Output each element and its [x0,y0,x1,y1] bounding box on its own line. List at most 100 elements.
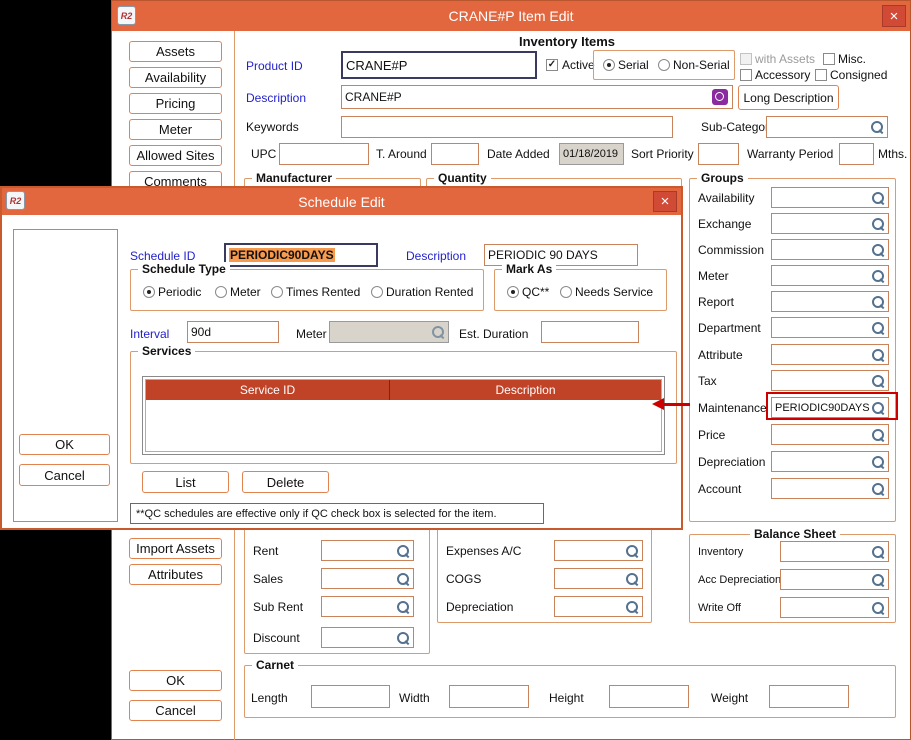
interval-field[interactable]: 90d [187,321,279,343]
sidebar-button-pricing[interactable]: Pricing [129,93,222,114]
search-icon[interactable] [625,544,639,558]
t-around-field[interactable] [431,143,479,165]
group-commission-field[interactable] [771,239,889,260]
non-serial-label[interactable]: Non-Serial [673,58,730,72]
periodic-radio[interactable] [143,286,155,298]
search-icon[interactable] [871,243,885,257]
search-icon[interactable] [871,295,885,309]
ok-button-dialog[interactable]: OK [19,434,110,455]
sidebar-button-import-assets[interactable]: Import Assets [129,538,222,559]
sidebar-button-attributes[interactable]: Attributes [129,564,222,585]
sidebar-button-meter[interactable]: Meter [129,119,222,140]
accessory-checkbox[interactable] [740,69,752,81]
non-serial-radio[interactable] [658,59,670,71]
schedule-id-field[interactable]: PERIODIC90DAYS [224,243,378,267]
search-icon[interactable] [871,348,885,362]
times-rented-label[interactable]: Times Rented [286,285,360,299]
group-department-field[interactable] [771,317,889,338]
search-icon[interactable] [871,374,885,388]
needs-service-radio[interactable] [560,286,572,298]
group-price-field[interactable] [771,424,889,445]
group-depreciation-field[interactable] [771,451,889,472]
duration-rented-label[interactable]: Duration Rented [386,285,473,299]
weight-field[interactable] [769,685,849,708]
search-icon[interactable] [396,544,410,558]
misc-checkbox[interactable] [823,53,835,65]
sort-priority-field[interactable] [698,143,739,165]
serial-label[interactable]: Serial [618,58,649,72]
group-attribute-field[interactable] [771,344,889,365]
accessory-label[interactable]: Accessory [755,68,810,82]
search-icon[interactable] [871,601,885,615]
search-icon[interactable] [871,428,885,442]
search-icon[interactable] [871,573,885,587]
search-icon[interactable] [396,600,410,614]
keywords-field[interactable] [341,116,673,138]
list-button[interactable]: List [142,471,229,493]
sub-category-field[interactable] [766,116,888,138]
duration-rented-radio[interactable] [371,286,383,298]
qc-label[interactable]: QC** [522,285,549,299]
expenses-ac-field[interactable] [554,540,643,561]
sidebar-button-assets[interactable]: Assets [129,41,222,62]
search-icon[interactable] [871,482,885,496]
cogs-field[interactable] [554,568,643,589]
delete-button[interactable]: Delete [242,471,329,493]
long-description-button[interactable]: Long Description [738,85,839,110]
search-icon[interactable] [625,572,639,586]
times-rented-radio[interactable] [271,286,283,298]
cancel-button-main[interactable]: Cancel [129,700,222,721]
width-field[interactable] [449,685,529,708]
search-icon[interactable] [871,191,885,205]
upc-field[interactable] [279,143,369,165]
search-icon[interactable] [871,269,885,283]
qc-radio[interactable] [507,286,519,298]
group-exchange-field[interactable] [771,213,889,234]
close-icon[interactable]: × [653,191,677,212]
description-field[interactable]: CRANE#P [341,85,733,109]
search-icon[interactable] [396,631,410,645]
needs-service-label[interactable]: Needs Service [575,285,653,299]
search-icon[interactable] [871,455,885,469]
warranty-period-field[interactable] [839,143,874,165]
meter-type-radio[interactable] [215,286,227,298]
active-label[interactable]: Active [562,58,595,72]
meter-type-label[interactable]: Meter [230,285,261,299]
group-report-field[interactable] [771,291,889,312]
sub-rent-field[interactable] [321,596,414,617]
sidebar-button-allowed-sites[interactable]: Allowed Sites [129,145,222,166]
search-icon[interactable] [870,120,884,134]
serial-radio[interactable] [603,59,615,71]
consigned-checkbox[interactable] [815,69,827,81]
description-options-icon[interactable] [712,89,728,105]
search-icon[interactable] [871,321,885,335]
height-field[interactable] [609,685,689,708]
periodic-label[interactable]: Periodic [158,285,201,299]
search-icon[interactable] [871,217,885,231]
acc-depreciation-field[interactable] [780,569,889,590]
search-icon[interactable] [871,545,885,559]
length-field[interactable] [311,685,390,708]
group-availability-field[interactable] [771,187,889,208]
product-id-field[interactable]: CRANE#P [341,51,537,79]
est-duration-field[interactable] [541,321,639,343]
cancel-button-dialog[interactable]: Cancel [19,464,110,486]
depreciation-account-field[interactable] [554,596,643,617]
services-table-body[interactable] [146,400,661,451]
sales-field[interactable] [321,568,414,589]
write-off-field[interactable] [780,597,889,618]
group-account-field[interactable] [771,478,889,499]
consigned-label[interactable]: Consigned [830,68,887,82]
active-checkbox[interactable] [546,59,558,71]
misc-label[interactable]: Misc. [838,52,866,66]
sidebar-button-availability[interactable]: Availability [129,67,222,88]
search-icon[interactable] [396,572,410,586]
close-icon[interactable]: × [882,5,906,27]
inventory-field[interactable] [780,541,889,562]
discount-field[interactable] [321,627,414,648]
group-tax-field[interactable] [771,370,889,391]
rent-field[interactable] [321,540,414,561]
group-meter-field[interactable] [771,265,889,286]
ok-button-main[interactable]: OK [129,670,222,691]
search-icon[interactable] [625,600,639,614]
